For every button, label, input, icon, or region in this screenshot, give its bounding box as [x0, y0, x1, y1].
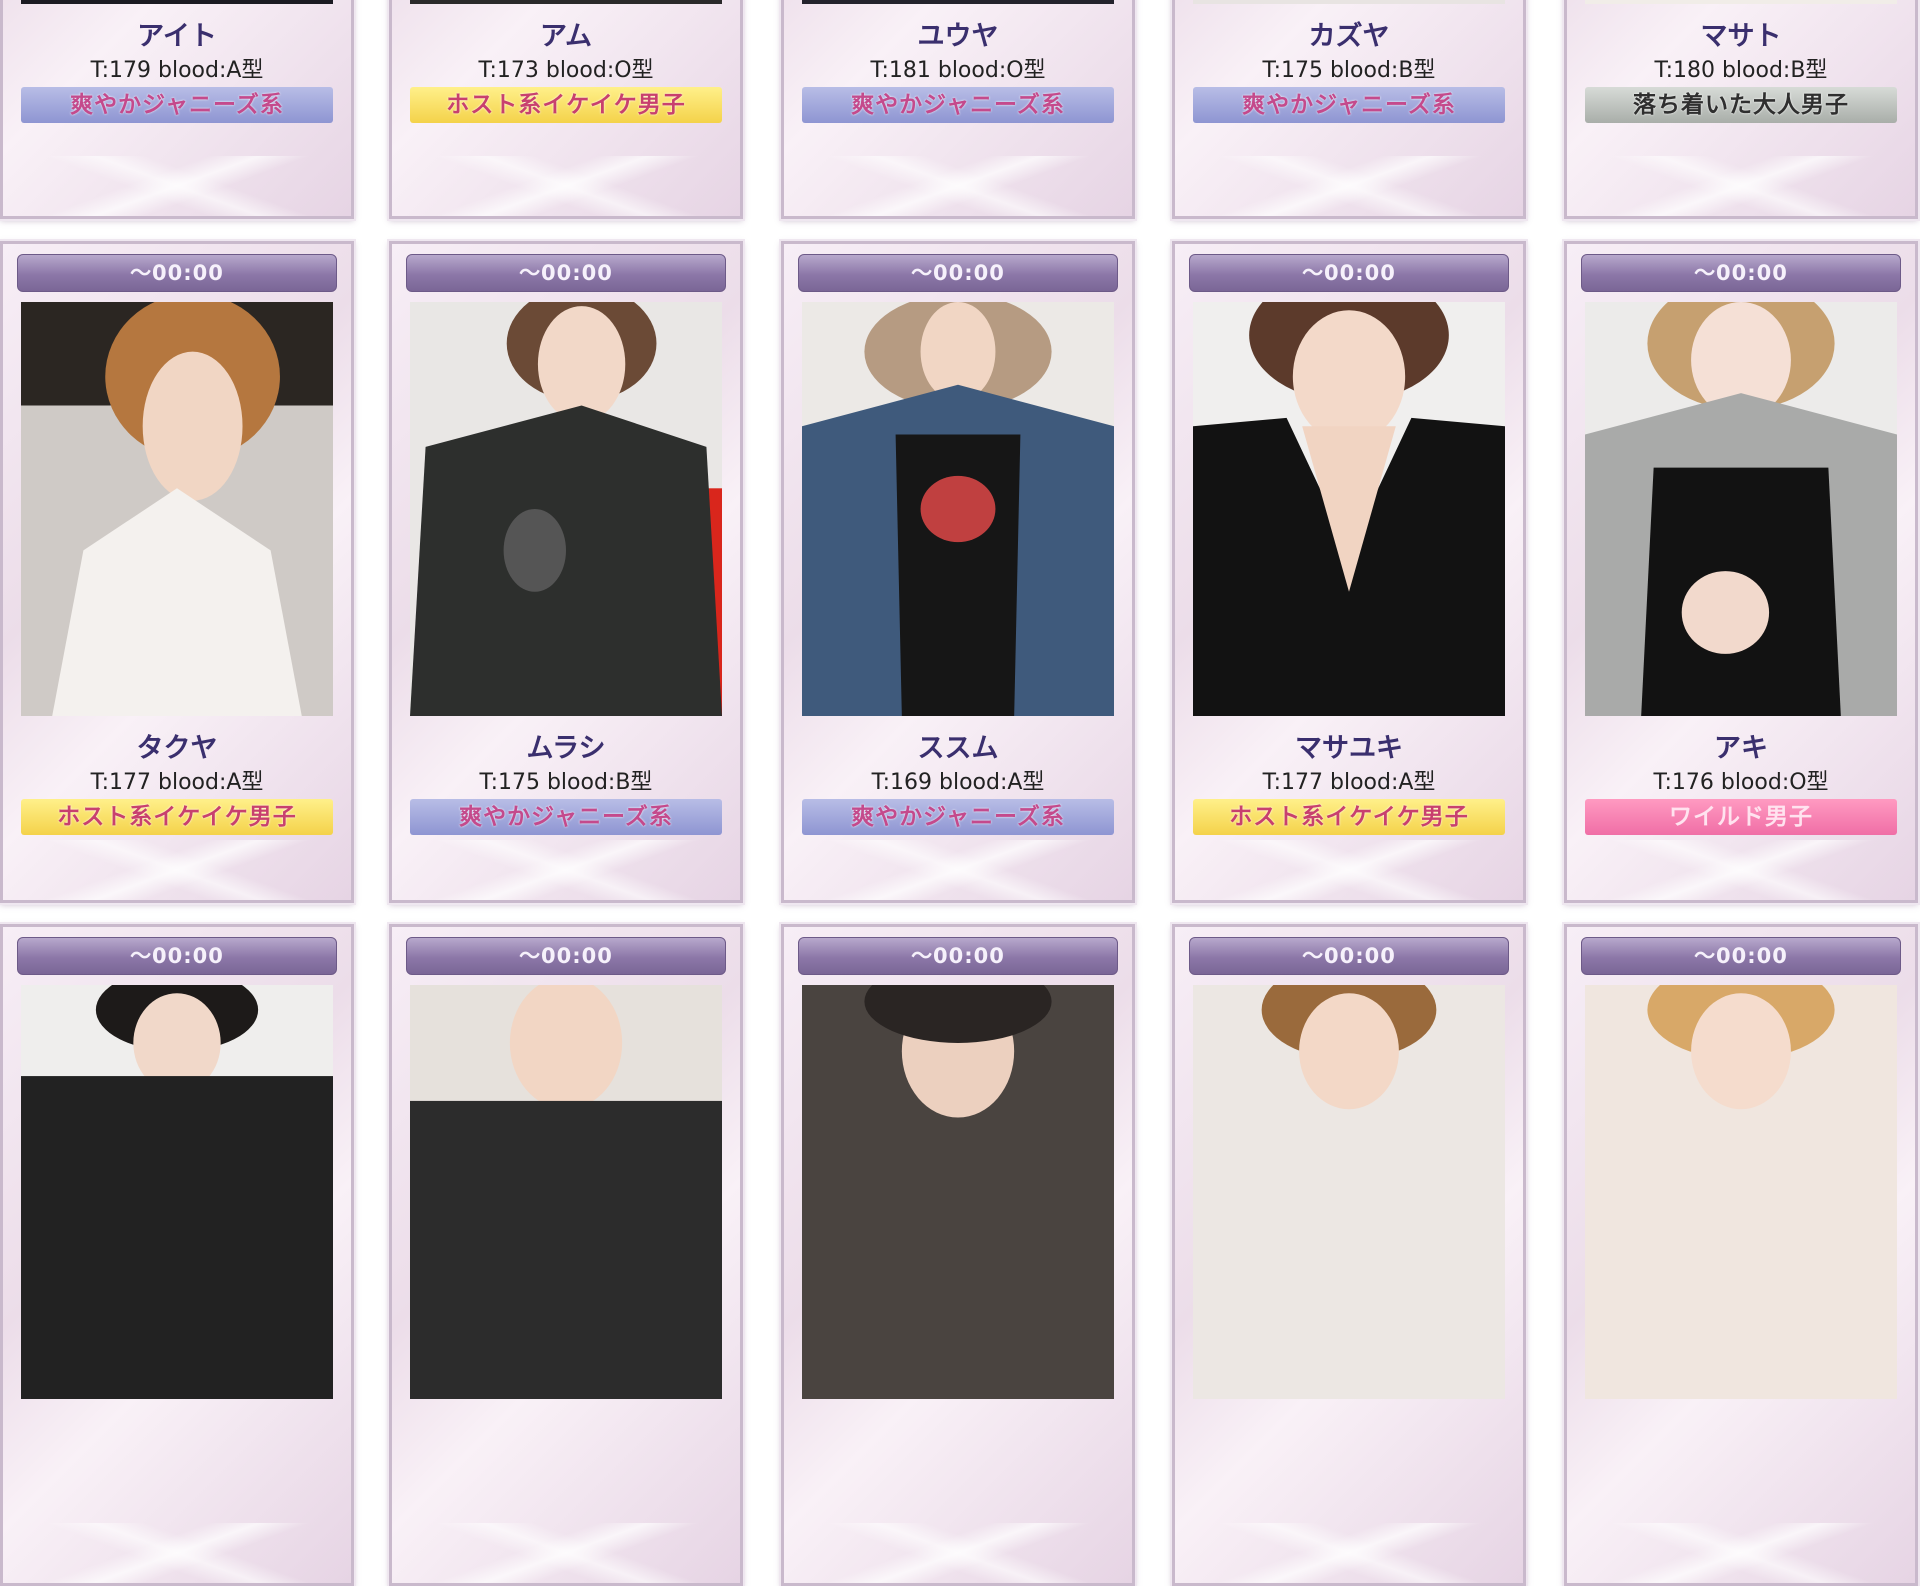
shift-time-bar: 〜00:00	[17, 254, 337, 292]
staff-stats: T:180 blood:B型	[1654, 58, 1828, 83]
staff-tag: ホスト系イケイケ男子	[21, 799, 333, 835]
staff-card[interactable]: 〜00:00	[1172, 924, 1526, 1586]
photo-placeholder-icon	[1585, 985, 1897, 1399]
photo-placeholder-icon	[1585, 302, 1897, 716]
staff-card[interactable]: 〜00:00 ススム T:169 blood:A型 爽やかジャニーズ系	[781, 241, 1135, 903]
staff-card[interactable]: 〜00:00	[1564, 924, 1918, 1586]
shift-time-bar: 〜00:00	[1581, 254, 1901, 292]
staff-name: マサユキ	[1295, 733, 1403, 764]
staff-photo[interactable]	[1585, 985, 1897, 1399]
staff-photo[interactable]	[1585, 0, 1897, 4]
staff-name: ムラシ	[526, 733, 606, 764]
staff-card[interactable]: 〜00:00	[781, 924, 1135, 1586]
staff-tag: 爽やかジャニーズ系	[21, 87, 333, 123]
staff-card[interactable]: 〜00:00	[389, 924, 743, 1586]
staff-photo[interactable]	[21, 302, 333, 716]
shift-time-bar: 〜00:00	[798, 937, 1118, 975]
staff-photo[interactable]	[1585, 302, 1897, 716]
staff-stats: T:175 blood:B型	[1262, 58, 1436, 83]
photo-placeholder-icon	[21, 302, 333, 716]
staff-stats: T:169 blood:A型	[871, 770, 1045, 795]
staff-name: ススム	[917, 733, 999, 764]
staff-stats: T:177 blood:A型	[90, 770, 264, 795]
staff-name: アム	[539, 21, 593, 52]
photo-placeholder-icon	[802, 985, 1114, 1399]
staff-card[interactable]: 〜00:00 アキ T:176 blood:O型 ワイルド男子	[1564, 241, 1918, 903]
staff-stats: T:177 blood:A型	[1262, 770, 1436, 795]
photo-placeholder-icon	[410, 302, 722, 716]
staff-tag: 爽やかジャニーズ系	[410, 799, 722, 835]
staff-name: タクヤ	[136, 733, 218, 764]
staff-tag: ホスト系イケイケ男子	[1193, 799, 1505, 835]
staff-card[interactable]: 〜00:00	[0, 924, 354, 1586]
shift-time-bar: 〜00:00	[798, 254, 1118, 292]
staff-card[interactable]: 〜00:00 ムラシ T:175 blood:B型 爽やかジャニーズ系	[389, 241, 743, 903]
staff-tag: 爽やかジャニーズ系	[802, 87, 1114, 123]
photo-placeholder-icon	[410, 985, 722, 1399]
staff-stats: T:176 blood:O型	[1653, 770, 1829, 795]
staff-photo[interactable]	[802, 0, 1114, 4]
staff-photo[interactable]	[410, 302, 722, 716]
staff-photo[interactable]	[802, 302, 1114, 716]
photo-placeholder-icon	[21, 985, 333, 1399]
shift-time-bar: 〜00:00	[1189, 937, 1509, 975]
staff-name: マサト	[1700, 21, 1782, 52]
staff-name: アイト	[137, 21, 217, 52]
shift-time-bar: 〜00:00	[1581, 937, 1901, 975]
staff-tag: 爽やかジャニーズ系	[802, 799, 1114, 835]
staff-name: ユウヤ	[917, 21, 999, 52]
shift-time-bar: 〜00:00	[1189, 254, 1509, 292]
staff-photo[interactable]	[802, 985, 1114, 1399]
staff-card[interactable]: ユウヤ T:181 blood:O型 爽やかジャニーズ系	[781, 0, 1135, 219]
staff-photo[interactable]	[21, 0, 333, 4]
shift-time-bar: 〜00:00	[17, 937, 337, 975]
staff-card[interactable]: アム T:173 blood:O型 ホスト系イケイケ男子	[389, 0, 743, 219]
staff-photo[interactable]	[410, 985, 722, 1399]
staff-grid: アイト T:179 blood:A型 爽やかジャニーズ系 アム T:173 bl…	[0, 0, 1920, 1586]
staff-name: アキ	[1714, 733, 1768, 764]
photo-placeholder-icon	[802, 302, 1114, 716]
staff-tag: 爽やかジャニーズ系	[1193, 87, 1505, 123]
staff-stats: T:179 blood:A型	[90, 58, 264, 83]
staff-card[interactable]: 〜00:00 タクヤ T:177 blood:A型 ホスト系イケイケ男子	[0, 241, 354, 903]
staff-card[interactable]: マサト T:180 blood:B型 落ち着いた大人男子	[1564, 0, 1918, 219]
staff-photo[interactable]	[410, 0, 722, 4]
staff-tag: ワイルド男子	[1585, 799, 1897, 835]
staff-card[interactable]: 〜00:00 マサユキ T:177 blood:A型 ホスト系イケイケ男子	[1172, 241, 1526, 903]
photo-placeholder-icon	[1193, 302, 1505, 716]
staff-photo[interactable]	[1193, 985, 1505, 1399]
staff-tag: ホスト系イケイケ男子	[410, 87, 722, 123]
staff-photo[interactable]	[1193, 0, 1505, 4]
staff-tag: 落ち着いた大人男子	[1585, 87, 1897, 123]
staff-stats: T:181 blood:O型	[870, 58, 1046, 83]
shift-time-bar: 〜00:00	[406, 254, 726, 292]
shift-time-bar: 〜00:00	[406, 937, 726, 975]
staff-photo[interactable]	[1193, 302, 1505, 716]
staff-stats: T:175 blood:B型	[479, 770, 653, 795]
staff-photo[interactable]	[21, 985, 333, 1399]
staff-card[interactable]: アイト T:179 blood:A型 爽やかジャニーズ系	[0, 0, 354, 219]
staff-stats: T:173 blood:O型	[478, 58, 654, 83]
photo-placeholder-icon	[1193, 985, 1505, 1399]
staff-card[interactable]: カズヤ T:175 blood:B型 爽やかジャニーズ系	[1172, 0, 1526, 219]
staff-name: カズヤ	[1308, 21, 1390, 52]
